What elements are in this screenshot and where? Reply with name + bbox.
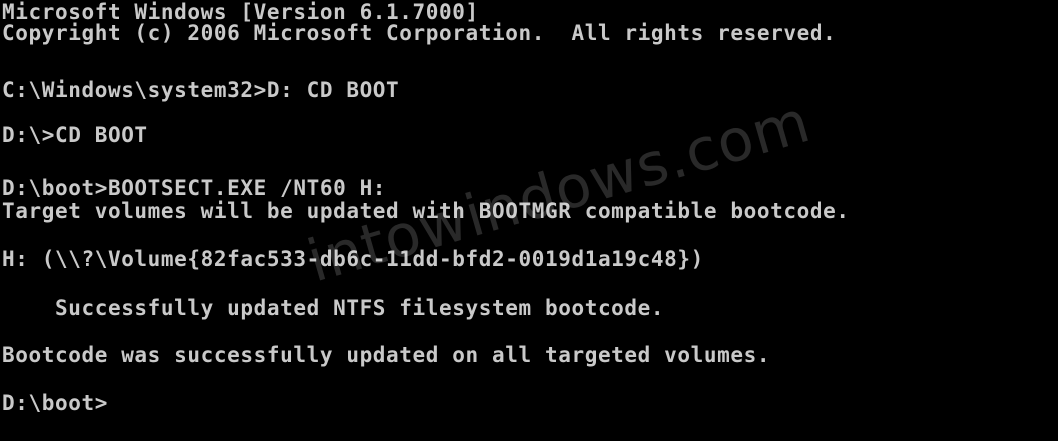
console-line-command: D:\>CD BOOT	[2, 123, 148, 147]
console-prompt[interactable]: D:\boot>	[2, 392, 108, 414]
console-line-command: D:\boot>BOOTSECT.EXE /NT60 H:	[2, 176, 387, 200]
command-prompt-window[interactable]: Microsoft Windows [Version 6.1.7000] Cop…	[0, 0, 1058, 441]
console-line-copyright: Copyright (c) 2006 Microsoft Corporation…	[2, 21, 837, 45]
console-line-output: Target volumes will be updated with BOOT…	[2, 199, 850, 223]
console-line-command: C:\Windows\system32>D: CD BOOT	[2, 78, 400, 102]
console-line-version: Microsoft Windows [Version 6.1.7000]	[2, 0, 479, 24]
console-line-output: Bootcode was successfully updated on all…	[2, 343, 771, 367]
console-line-output: Successfully updated NTFS filesystem boo…	[2, 296, 665, 320]
console-line-output: H: (\\?\Volume{82fac533-db6c-11dd-bfd2-0…	[2, 247, 704, 271]
